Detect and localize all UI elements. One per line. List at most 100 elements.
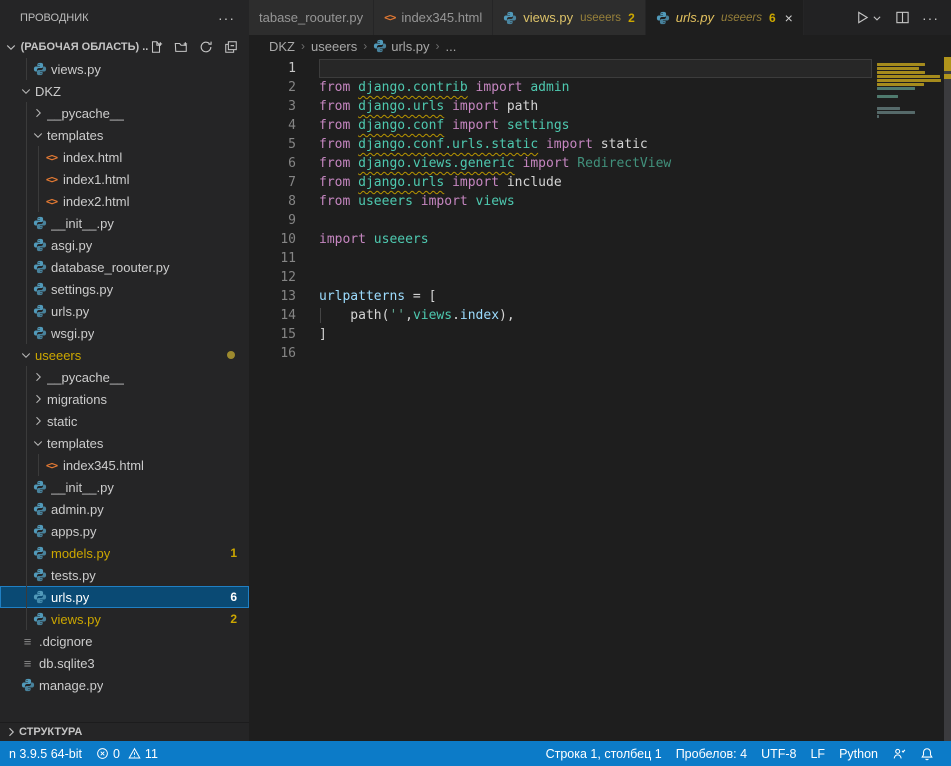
- tree-item-wsgi.py[interactable]: wsgi.py: [0, 322, 249, 344]
- tab-views.py[interactable]: views.pyuseeers2: [493, 0, 645, 35]
- tab-label: urls.py: [676, 10, 714, 25]
- code-line-15[interactable]: 15]: [249, 325, 951, 344]
- tree-item-__init__.py[interactable]: __init__.py: [0, 476, 249, 498]
- split-editor-icon[interactable]: [894, 10, 910, 26]
- tree-item-label: tests.py: [51, 568, 96, 583]
- tree-item-migrations[interactable]: migrations: [0, 388, 249, 410]
- tree-item-__pycache__[interactable]: __pycache__: [0, 102, 249, 124]
- line-content: [319, 268, 872, 287]
- indentation-status[interactable]: Пробелов: 4: [669, 741, 754, 766]
- tree-item-static[interactable]: static: [0, 410, 249, 432]
- chevron-down-icon: [3, 39, 19, 55]
- line-content: from django.conf import settings: [319, 116, 872, 135]
- tree-item-admin.py[interactable]: admin.py: [0, 498, 249, 520]
- minimap[interactable]: [877, 59, 943, 123]
- outline-section-header[interactable]: СТРУКТУРА: [0, 722, 249, 741]
- tree-item-index1.html[interactable]: <>index1.html: [0, 168, 249, 190]
- code-line-9[interactable]: 9: [249, 211, 951, 230]
- tree-item-label: __init__.py: [51, 216, 114, 231]
- language-mode-status[interactable]: Python: [832, 741, 885, 766]
- status-bar: n 3.9.5 64-bit 0 11 Строка 1, столбец 1 …: [0, 741, 951, 766]
- problems-status[interactable]: 0 11: [89, 741, 165, 766]
- breadcrumb-item-...[interactable]: ...: [446, 39, 457, 54]
- minimap-line: [877, 67, 919, 70]
- feedback-icon[interactable]: [885, 741, 913, 766]
- breadcrumb-item-DKZ[interactable]: DKZ: [269, 39, 295, 54]
- more-editor-actions-icon[interactable]: ···: [922, 10, 939, 26]
- tree-item-db.sqlite3[interactable]: ≡db.sqlite3: [0, 652, 249, 674]
- cursor-position-status[interactable]: Строка 1, столбец 1: [539, 741, 669, 766]
- collapse-folders-icon[interactable]: [223, 39, 239, 55]
- code-line-4[interactable]: 4from django.conf import settings: [249, 116, 951, 135]
- editor-scrollbar[interactable]: [944, 57, 951, 741]
- encoding-status[interactable]: UTF-8: [754, 741, 803, 766]
- eol-status[interactable]: LF: [803, 741, 832, 766]
- tree-item-.dcignore[interactable]: ≡.dcignore: [0, 630, 249, 652]
- breadcrumb-item-useeers[interactable]: useeers: [311, 39, 357, 54]
- tree-item-asgi.py[interactable]: asgi.py: [0, 234, 249, 256]
- code-line-2[interactable]: 2from django.contrib import admin: [249, 78, 951, 97]
- tree-item-index345.html[interactable]: <>index345.html: [0, 454, 249, 476]
- tree-item-templates[interactable]: templates: [0, 124, 249, 146]
- tree-item-tests.py[interactable]: tests.py: [0, 564, 249, 586]
- code-line-10[interactable]: 10import useeers: [249, 230, 951, 249]
- code-line-14[interactable]: 14 path('',views.index),: [249, 306, 951, 325]
- tree-item-index.html[interactable]: <>index.html: [0, 146, 249, 168]
- line-content: [319, 211, 872, 230]
- breadcrumb-separator: ›: [363, 39, 367, 53]
- code-line-12[interactable]: 12: [249, 268, 951, 287]
- refresh-icon[interactable]: [198, 39, 214, 55]
- code-line-1[interactable]: 1: [249, 59, 951, 78]
- breadcrumb-item-urls.py[interactable]: urls.py: [373, 39, 429, 54]
- tree-item-settings.py[interactable]: settings.py: [0, 278, 249, 300]
- tree-item-views.py[interactable]: views.py: [0, 58, 249, 80]
- tree-item-urls.py[interactable]: urls.py: [0, 300, 249, 322]
- new-folder-icon[interactable]: [173, 39, 189, 55]
- python-interpreter-status[interactable]: n 3.9.5 64-bit: [2, 741, 89, 766]
- html-icon: <>: [384, 11, 395, 24]
- tree-item-useeers[interactable]: useeers: [0, 344, 249, 366]
- code-editor[interactable]: 12from django.contrib import admin3from …: [249, 57, 951, 741]
- tree-item-label: __pycache__: [47, 106, 124, 121]
- tree-item-__pycache__[interactable]: __pycache__: [0, 366, 249, 388]
- code-line-6[interactable]: 6from django.views.generic import Redire…: [249, 154, 951, 173]
- close-tab-icon[interactable]: ×: [785, 11, 793, 25]
- notifications-bell-icon[interactable]: [913, 741, 941, 766]
- breadcrumb-separator: ›: [436, 39, 440, 53]
- file-icon: ≡: [24, 656, 32, 671]
- tree-item-urls.py[interactable]: urls.py6: [0, 586, 249, 608]
- tree-item-label: templates: [47, 128, 103, 143]
- run-python-file-icon[interactable]: [855, 10, 882, 26]
- tree-item-database_roouter.py[interactable]: database_roouter.py: [0, 256, 249, 278]
- python-icon: [33, 216, 47, 230]
- code-line-16[interactable]: 16: [249, 344, 951, 363]
- code-line-3[interactable]: 3from django.urls import path: [249, 97, 951, 116]
- tree-item-index2.html[interactable]: <>index2.html: [0, 190, 249, 212]
- code-line-8[interactable]: 8from useeers import views: [249, 192, 951, 211]
- tree-item-apps.py[interactable]: apps.py: [0, 520, 249, 542]
- tab-label: index345.html: [401, 10, 482, 25]
- workspace-section-header[interactable]: (РАБОЧАЯ ОБЛАСТЬ) ...: [0, 35, 249, 58]
- modified-dot-badge: [227, 351, 235, 359]
- tree-item-views.py[interactable]: views.py2: [0, 608, 249, 630]
- explorer-more-actions-icon[interactable]: ···: [218, 10, 235, 26]
- tree-item-label: index.html: [63, 150, 122, 165]
- error-circle-icon: [96, 747, 109, 760]
- tree-item-DKZ[interactable]: DKZ: [0, 80, 249, 102]
- code-line-5[interactable]: 5from django.conf.urls.static import sta…: [249, 135, 951, 154]
- tree-item-label: index2.html: [63, 194, 129, 209]
- tree-item-models.py[interactable]: models.py1: [0, 542, 249, 564]
- tree-item-__init__.py[interactable]: __init__.py: [0, 212, 249, 234]
- tree-item-manage.py[interactable]: manage.py: [0, 674, 249, 696]
- tab-tabase_roouter.py[interactable]: tabase_roouter.py: [249, 0, 374, 35]
- code-line-13[interactable]: 13urlpatterns = [: [249, 287, 951, 306]
- code-line-11[interactable]: 11: [249, 249, 951, 268]
- tree-item-templates[interactable]: templates: [0, 432, 249, 454]
- chevron-right-icon: [32, 393, 44, 405]
- new-file-icon[interactable]: [148, 39, 164, 55]
- python-icon: [33, 480, 47, 494]
- code-line-7[interactable]: 7from django.urls import include: [249, 173, 951, 192]
- tab-index345.html[interactable]: <> index345.html: [374, 0, 493, 35]
- tab-urls.py[interactable]: urls.pyuseeers6×: [646, 0, 804, 35]
- tree-item-label: admin.py: [51, 502, 104, 517]
